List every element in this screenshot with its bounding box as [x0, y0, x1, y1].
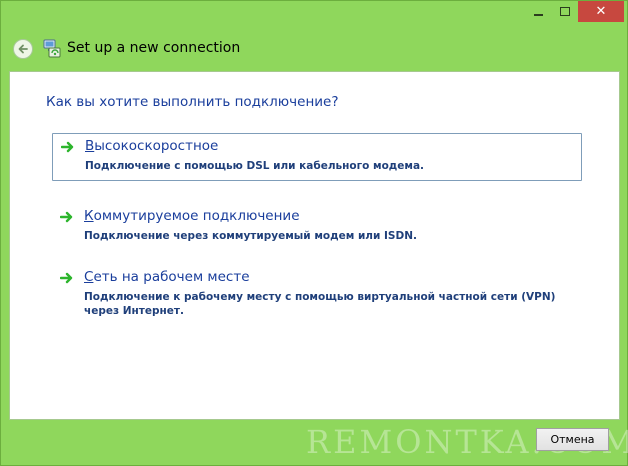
- option-title-rest: ысокоскоростное: [94, 138, 219, 154]
- option-dialup[interactable]: Коммутируемое подключение Подключение че…: [52, 204, 582, 252]
- option-title-rest: оммутируемое подключение: [93, 208, 300, 224]
- back-button[interactable]: [13, 39, 33, 59]
- page-heading: Как вы хотите выполнить подключение?: [46, 94, 339, 110]
- option-description: Подключение через коммутируемый модем ил…: [84, 230, 417, 242]
- option-title-rest: еть на рабочем месте: [93, 269, 250, 285]
- green-arrow-icon: [60, 211, 73, 223]
- minimize-button[interactable]: [524, 1, 552, 22]
- minimize-icon: [533, 13, 543, 16]
- close-icon: ✕: [595, 4, 607, 19]
- content-panel: Как вы хотите выполнить подключение? Выс…: [9, 71, 620, 420]
- option-title: Высокоскоростное: [85, 138, 218, 154]
- option-title: Коммутируемое подключение: [84, 208, 300, 224]
- option-workplace[interactable]: Сеть на рабочем месте Подключение к рабо…: [52, 265, 582, 329]
- close-button[interactable]: ✕: [578, 1, 624, 22]
- back-arrow-icon: [18, 44, 28, 54]
- window-title: Set up a new connection: [67, 40, 241, 56]
- option-description: Подключение с помощью DSL или кабельного…: [85, 160, 425, 172]
- option-hotkey: К: [84, 208, 94, 224]
- green-arrow-icon: [60, 272, 73, 284]
- green-arrow-icon: [61, 141, 74, 153]
- maximize-button[interactable]: [552, 1, 578, 22]
- option-title: Сеть на рабочем месте: [84, 269, 250, 285]
- option-description: Подключение к рабочему месту с помощью в…: [84, 291, 556, 317]
- network-connection-icon: [43, 39, 61, 58]
- option-broadband[interactable]: Высокоскоростное Подключение с помощью D…: [52, 133, 582, 181]
- window-frame: ✕ Set up a new connection Как вы хотите …: [0, 0, 628, 466]
- maximize-icon: [560, 7, 570, 16]
- cancel-button[interactable]: Отмена: [536, 428, 609, 451]
- option-hotkey: В: [85, 138, 95, 154]
